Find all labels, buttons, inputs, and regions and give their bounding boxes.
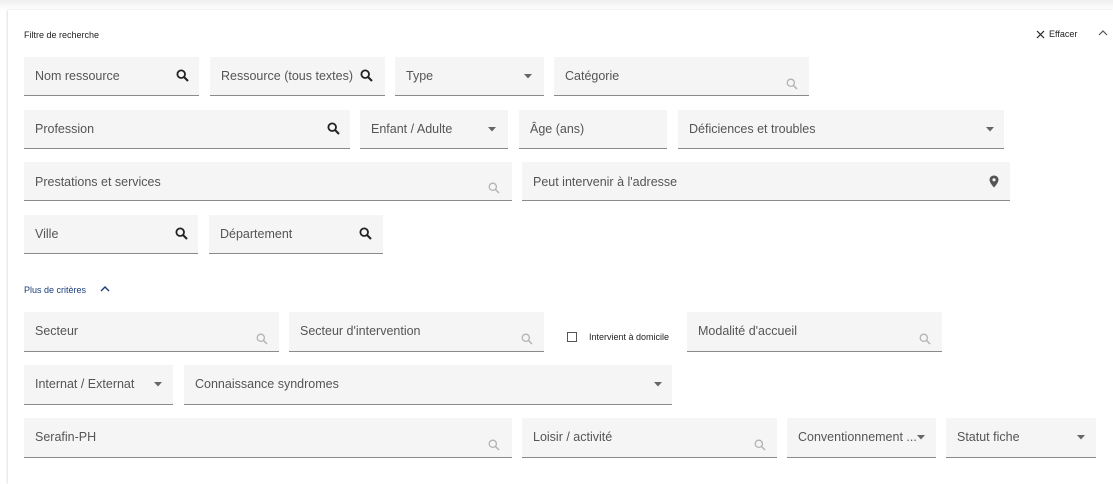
connaissance-syndromes-label: Connaissance syndromes [195,377,339,391]
modalite-accueil-label: Modalité d'accueil [698,324,797,338]
dropdown-arrow-icon [154,382,162,387]
search-filter-panel: Filtre de recherche Effacer Nom ressourc… [8,10,1113,484]
nom-ressource-field[interactable]: Nom ressource [24,57,199,96]
filter-title: Filtre de recherche [24,30,100,40]
ville-label: Ville [35,227,59,241]
statut-fiche-label: Statut fiche [957,430,1020,444]
modalite-accueil-field[interactable]: Modalité d'accueil [687,312,942,352]
departement-field[interactable]: Département [209,215,383,254]
ressource-tous-textes-label: Ressource (tous textes) [221,69,353,83]
search-icon[interactable] [176,69,189,82]
deficiences-label: Déficiences et troubles [689,122,816,136]
loisir-activite-field[interactable]: Loisir / activité [522,418,777,458]
dropdown-arrow-icon [917,435,925,440]
intervient-domicile-label: Intervient à domicile [589,332,670,342]
profession-field[interactable]: Profession [24,110,350,149]
profession-label: Profession [35,122,95,136]
search-icon[interactable] [327,122,340,135]
serafin-ph-label: Serafin-PH [35,430,97,444]
internat-externat-select[interactable]: Internat / Externat [24,365,173,405]
search-icon[interactable] [919,333,931,345]
type-label: Type [406,69,434,83]
search-icon[interactable] [488,439,500,451]
intervient-domicile-checkbox-row[interactable]: Intervient à domicile [567,331,669,343]
close-icon [1036,30,1045,38]
prestations-field[interactable]: Prestations et services [24,162,512,201]
intervient-domicile-checkbox[interactable] [567,332,577,342]
enfant-adulte-label: Enfant / Adulte [371,122,453,136]
search-icon[interactable] [360,69,373,82]
adresse-field[interactable]: Peut intervenir à l'adresse [522,162,1010,201]
search-icon[interactable] [359,227,372,240]
age-field[interactable]: Âge (ans) [519,110,667,149]
dropdown-arrow-icon [654,382,662,387]
search-icon[interactable] [175,227,188,240]
categorie-label: Catégorie [565,69,620,83]
secteur-field[interactable]: Secteur [24,312,279,352]
search-icon[interactable] [786,78,798,90]
adresse-label: Peut intervenir à l'adresse [533,175,678,189]
type-select[interactable]: Type [395,57,544,96]
chevron-up-icon [100,285,110,291]
dropdown-arrow-icon [524,74,532,79]
conventionnement-label: Conventionnement ... [798,430,917,444]
deficiences-select[interactable]: Déficiences et troubles [678,110,1004,149]
more-criteria-toggle[interactable]: Plus de critères [24,283,110,297]
loisir-activite-label: Loisir / activité [533,430,613,444]
dropdown-arrow-icon [488,127,496,132]
conventionnement-select[interactable]: Conventionnement ... [787,418,936,458]
categorie-field[interactable]: Catégorie [554,57,809,96]
serafin-ph-field[interactable]: Serafin-PH [24,418,512,458]
top-shadow [0,0,1113,10]
prestations-label: Prestations et services [35,175,161,189]
search-icon[interactable] [256,333,268,345]
enfant-adulte-select[interactable]: Enfant / Adulte [360,110,508,149]
secteur-intervention-label: Secteur d'intervention [300,324,421,338]
clear-button[interactable]: Effacer [1036,28,1077,40]
nom-ressource-label: Nom ressource [35,69,120,83]
ville-field[interactable]: Ville [24,215,198,254]
search-icon[interactable] [521,333,533,345]
search-icon[interactable] [754,439,766,451]
search-icon[interactable] [488,182,500,194]
more-criteria-label: Plus de critères [24,285,87,295]
ressource-tous-textes-field[interactable]: Ressource (tous textes) [210,57,385,96]
location-pin-icon[interactable] [989,175,999,188]
statut-fiche-select[interactable]: Statut fiche [946,418,1096,458]
collapse-chevron-up-icon[interactable] [1098,29,1108,36]
age-label: Âge (ans) [530,122,585,136]
secteur-intervention-field[interactable]: Secteur d'intervention [289,312,544,352]
clear-button-label: Effacer [1049,29,1078,39]
dropdown-arrow-icon [1077,435,1085,440]
dropdown-arrow-icon [986,127,994,132]
internat-externat-label: Internat / Externat [35,377,135,391]
secteur-label: Secteur [35,324,79,338]
departement-label: Département [220,227,293,241]
connaissance-syndromes-select[interactable]: Connaissance syndromes [184,365,672,405]
